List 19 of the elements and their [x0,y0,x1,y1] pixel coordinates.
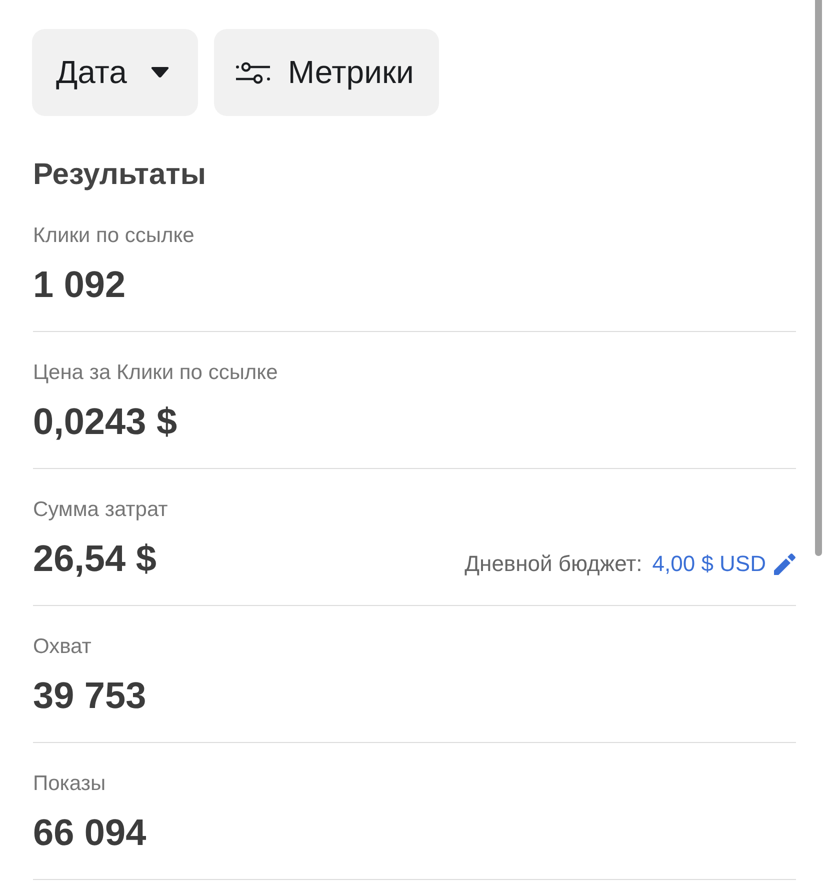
metrics-button[interactable]: Метрики [214,29,439,116]
metric-label: Сумма затрат [33,497,168,523]
metric-label: Охват [33,634,92,660]
pencil-icon[interactable] [774,553,796,575]
metric-value: 0,0243 $ [33,400,178,444]
scrollbar-thumb[interactable] [815,0,822,556]
budget-amount-link[interactable]: 4,00 $ USD [652,551,766,577]
metric-value: 66 094 [33,811,146,855]
section-title: Результаты [33,157,207,193]
date-dropdown[interactable]: Дата [32,29,198,116]
metric-label: Клики по ссылке [33,223,194,249]
metric-value: 1 092 [33,263,126,307]
metric-label: Показы [33,771,106,797]
budget-label: Дневной бюджет: [464,551,642,577]
caret-icon [150,67,169,78]
sliders-icon [236,62,270,84]
metric-value: 26,54 $ [33,537,156,581]
metric-label: Цена за Клики по ссылке [33,360,278,386]
metric-value: 39 753 [33,674,146,718]
